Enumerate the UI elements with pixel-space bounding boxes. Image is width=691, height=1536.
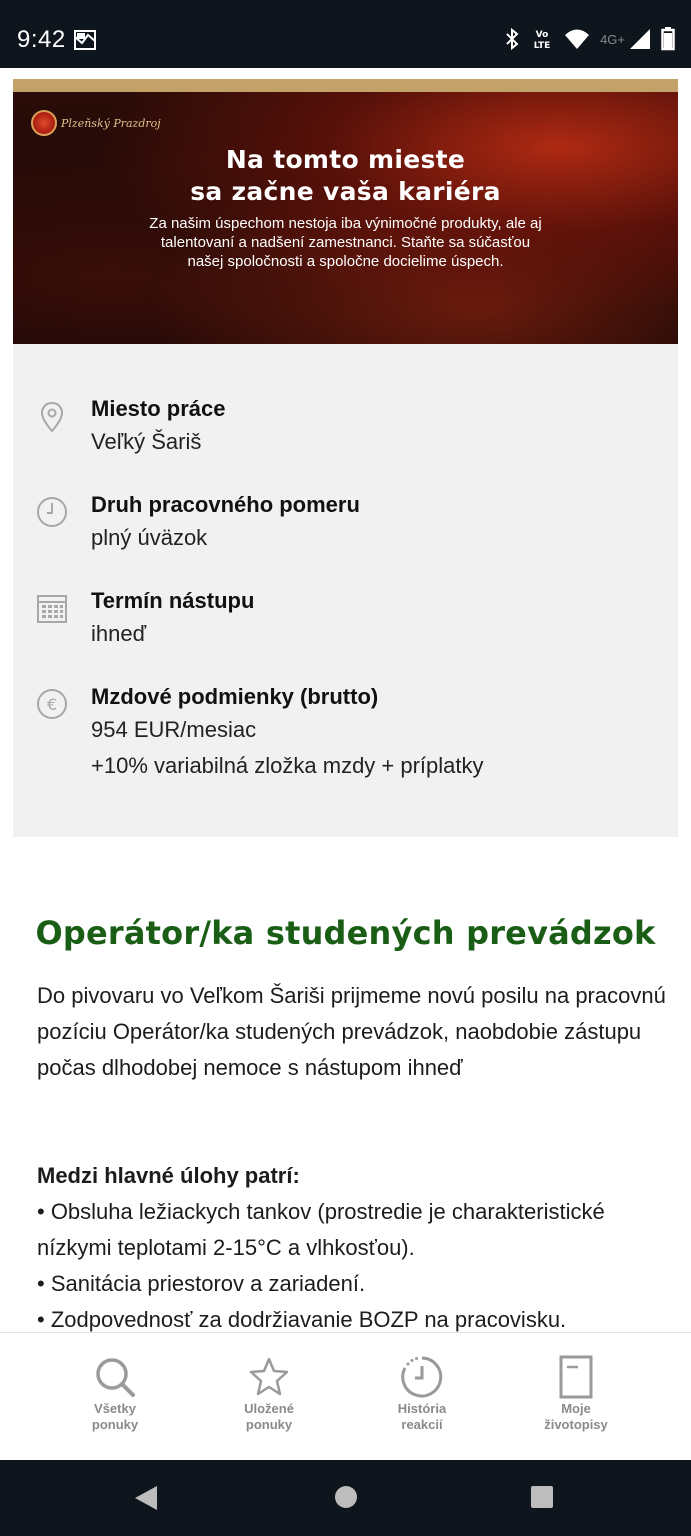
back-icon[interactable] [133, 1484, 159, 1517]
banner-gold-strip [13, 79, 678, 92]
nav-item-saved-offers[interactable]: Uložené ponuky [209, 1355, 329, 1433]
nav-item-all-offers[interactable]: Všetky ponuky [55, 1355, 175, 1433]
task-item: • Sanitácia priestorov a zariadení. [37, 1271, 366, 1296]
status-bar: 9:42 Vo LTE 4G+ [0, 0, 691, 68]
battery-icon [661, 27, 675, 51]
nav-label-line: ponuky [245, 1417, 293, 1432]
nav-label-line: História [397, 1401, 447, 1416]
info-value-salary-extra: +10% variabilná zložka mzdy + príplatky [91, 753, 484, 778]
nav-label-line: životopisy [544, 1417, 608, 1432]
info-value-start: ihneď [91, 621, 147, 646]
brand-seal-icon [31, 110, 57, 136]
nav-label: Moje životopisy [516, 1401, 636, 1433]
notification-icon [74, 29, 96, 51]
info-label-employment: Druh pracovného pomeru [91, 492, 360, 517]
wifi-icon [564, 28, 590, 50]
tasks-heading: Medzi hlavné úlohy patrí: [37, 1158, 667, 1194]
star-icon [247, 1355, 291, 1399]
brand-logo: Plzeňský Prazdroj [31, 110, 161, 136]
nav-label: Všetky ponuky [55, 1401, 175, 1433]
nav-item-my-resumes[interactable]: Moje životopisy [516, 1355, 636, 1433]
volte-icon: Vo LTE [530, 27, 554, 51]
svg-text:LTE: LTE [534, 41, 551, 51]
banner-title: Na tomto mieste sa začne vaša kariéra [13, 144, 678, 208]
status-icons: Vo LTE 4G+ [504, 24, 675, 54]
svg-text:Vo: Vo [536, 30, 549, 40]
bluetooth-icon [504, 27, 520, 51]
signal-icon [629, 28, 651, 50]
job-info-panel: Miesto práce Veľký Šariš Druh pracovného… [13, 344, 678, 837]
banner-title-line1: Na tomto mieste [225, 145, 466, 174]
search-icon [93, 1355, 137, 1399]
clock-icon [36, 496, 68, 528]
network-type-label: 4G+ [600, 31, 625, 47]
calendar-icon [36, 592, 68, 624]
job-title: Operátor/ka studených prevádzok [35, 914, 656, 952]
history-icon [400, 1355, 444, 1399]
nav-label-line: Všetky [94, 1401, 136, 1416]
nav-label-line: Uložené [244, 1401, 294, 1416]
system-navigation-bar [0, 1460, 691, 1536]
bottom-navigation: Všetky ponuky Uložené ponuky História reakc… [0, 1332, 691, 1460]
nav-label-line: ponuky [91, 1417, 139, 1432]
career-banner: Plzeňský Prazdroj Na tomto mieste sa zač… [13, 92, 678, 344]
job-intro: Do pivovaru vo Veľkom Šariši prijmeme no… [37, 983, 666, 1080]
banner-subtitle: Za našim úspechom nestoja iba výnimočné … [149, 215, 542, 270]
status-time: 9:42 [17, 26, 66, 53]
job-detail-page: Plzeňský Prazdroj Na tomto mieste sa zač… [0, 68, 691, 1332]
tasks-heading-text: Medzi hlavné úlohy patrí: [37, 1163, 300, 1188]
recents-icon[interactable] [530, 1485, 554, 1514]
info-label-start: Termín nástupu [91, 588, 255, 613]
nav-label: História reakcií [362, 1401, 482, 1433]
nav-label-line: Moje [561, 1401, 591, 1416]
nav-label: Uložené ponuky [209, 1401, 329, 1433]
info-label-location: Miesto práce [91, 396, 226, 421]
brand-logo-text: Plzeňský Prazdroj [61, 116, 161, 130]
info-value-location: Veľký Šariš [91, 429, 202, 454]
info-value-salary-base: 954 EUR/mesiac [91, 717, 257, 742]
home-icon[interactable] [334, 1485, 358, 1514]
info-value-employment: plný úväzok [91, 525, 208, 550]
task-item: • Zodpovednosť za dodržiavanie BOZP na p… [37, 1307, 567, 1332]
task-item: • Obsluha ležiackych tankov (prostredie … [37, 1199, 605, 1260]
nav-label-line: reakcií [401, 1417, 443, 1432]
document-icon [554, 1355, 598, 1399]
euro-icon: € [36, 688, 68, 720]
banner-title-line2: sa začne vaša kariéra [190, 177, 501, 206]
info-label-salary: Mzdové podmienky (brutto) [91, 684, 379, 709]
nav-item-reaction-history[interactable]: História reakcií [362, 1355, 482, 1433]
location-pin-icon [36, 400, 68, 433]
svg-text:€: € [47, 695, 57, 714]
